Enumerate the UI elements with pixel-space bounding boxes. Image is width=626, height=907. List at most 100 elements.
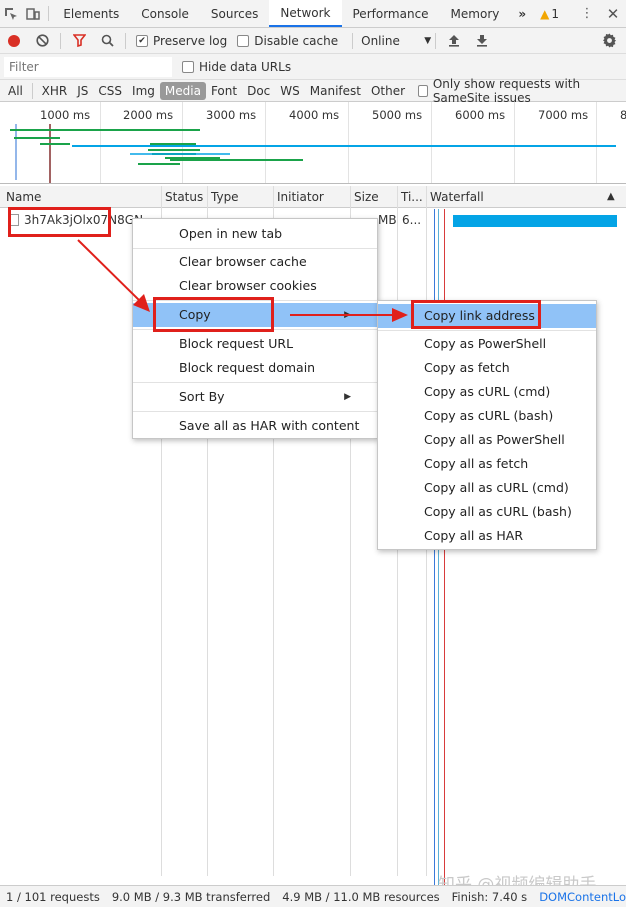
- samesite-label: Only show requests with SameSite issues: [432, 76, 581, 105]
- type-all[interactable]: All: [3, 82, 28, 100]
- requests-table-header: Name Status Type Initiator Size Ti... Wa…: [0, 186, 626, 208]
- record-button[interactable]: [0, 34, 28, 47]
- type-ws[interactable]: WS: [275, 82, 304, 100]
- search-button[interactable]: [93, 34, 121, 47]
- type-img[interactable]: Img: [127, 82, 160, 100]
- inspect-element-icon[interactable]: [0, 0, 22, 27]
- hide-data-urls-checkbox[interactable]: Hide data URLs: [182, 60, 291, 74]
- type-doc[interactable]: Doc: [242, 82, 275, 100]
- type-media[interactable]: Media: [159, 81, 206, 100]
- menu-copy-all-as-curl-cmd[interactable]: Copy all as cURL (cmd): [378, 476, 596, 500]
- filter-input[interactable]: [4, 56, 172, 77]
- divider: [125, 32, 126, 49]
- status-requests: 1 / 101 requests: [6, 889, 100, 904]
- import-har-button[interactable]: [440, 34, 468, 47]
- gear-icon: [602, 33, 616, 48]
- search-icon: [101, 34, 114, 47]
- menu-copy-all-as-curl-bash[interactable]: Copy all as cURL (bash): [378, 500, 596, 524]
- menu-copy-as-powershell[interactable]: Copy as PowerShell: [378, 332, 596, 356]
- menu-copy-all-as-powershell[interactable]: Copy all as PowerShell: [378, 428, 596, 452]
- unchecked-icon: [418, 84, 428, 97]
- menu-separator: [133, 382, 377, 383]
- disable-cache-checkbox[interactable]: Disable cache: [237, 34, 338, 48]
- submenu-arrow-icon: ▶: [344, 310, 351, 320]
- column-status[interactable]: Status: [161, 186, 203, 208]
- record-icon: [8, 34, 20, 47]
- type-css[interactable]: CSS: [93, 82, 127, 100]
- copy-submenu: Copy link address Copy as PowerShell Cop…: [377, 300, 597, 550]
- menu-sort-by[interactable]: Sort By ▶: [133, 385, 377, 409]
- menu-copy-as-curl-cmd[interactable]: Copy as cURL (cmd): [378, 380, 596, 404]
- network-toolbar: ✔ Preserve log Disable cache Online ▼: [0, 28, 626, 54]
- type-js[interactable]: JS: [72, 82, 93, 100]
- throttle-value: Online: [361, 33, 400, 48]
- devtools-tabbar: Elements Console Sources Network Perform…: [0, 0, 626, 28]
- tab-elements[interactable]: Elements: [52, 0, 130, 27]
- samesite-checkbox[interactable]: Only show requests with SameSite issues: [418, 77, 626, 105]
- more-tabs-button[interactable]: »: [510, 7, 534, 21]
- divider: [47, 6, 49, 21]
- column-time[interactable]: Ti...: [397, 186, 423, 208]
- unchecked-icon: [182, 60, 194, 73]
- kebab-menu-icon[interactable]: ⋮: [574, 6, 600, 21]
- resource-type-filters: All XHR JS CSS Img Media Font Doc WS Man…: [0, 77, 626, 105]
- column-initiator[interactable]: Initiator: [273, 186, 324, 208]
- submenu-arrow-icon: ▶: [344, 392, 351, 402]
- preserve-log-checkbox[interactable]: ✔ Preserve log: [136, 34, 227, 48]
- menu-copy-all-as-fetch[interactable]: Copy all as fetch: [378, 452, 596, 476]
- menu-save-all-as-har[interactable]: Save all as HAR with content: [133, 414, 377, 438]
- menu-copy-as-fetch[interactable]: Copy as fetch: [378, 356, 596, 380]
- status-dom-content-loaded: DOMContentLoade: [539, 889, 626, 904]
- unchecked-icon: [237, 34, 250, 47]
- type-xhr[interactable]: XHR: [37, 82, 73, 100]
- network-overview[interactable]: 1000 ms 2000 ms 3000 ms 4000 ms 5000 ms …: [0, 102, 626, 184]
- menu-block-request-domain[interactable]: Block request domain: [133, 356, 377, 380]
- sort-ascending-icon[interactable]: ▲: [603, 186, 615, 208]
- status-bar: 1 / 101 requests 9.0 MB / 9.3 MB transfe…: [0, 885, 626, 907]
- menu-open-in-new-tab[interactable]: Open in new tab: [133, 222, 377, 246]
- menu-clear-browser-cache[interactable]: Clear browser cache: [133, 250, 377, 274]
- export-har-button[interactable]: [468, 34, 496, 47]
- status-transferred: 9.0 MB / 9.3 MB transferred: [111, 889, 271, 904]
- tab-console[interactable]: Console: [130, 0, 200, 27]
- menu-copy-all-as-har[interactable]: Copy all as HAR: [378, 524, 596, 548]
- tab-sources[interactable]: Sources: [200, 0, 269, 27]
- menu-clear-browser-cookies[interactable]: Clear browser cookies: [133, 274, 377, 298]
- request-size: MB: [378, 213, 397, 227]
- type-manifest[interactable]: Manifest: [305, 82, 366, 100]
- upload-icon: [449, 35, 460, 47]
- request-time: 6...: [402, 213, 422, 227]
- annotation-box-copy-link: [411, 300, 541, 329]
- column-waterfall[interactable]: Waterfall: [426, 186, 484, 208]
- divider: [31, 82, 33, 99]
- column-name[interactable]: Name: [2, 186, 41, 208]
- divider: [435, 32, 437, 49]
- device-toolbar-icon[interactable]: [22, 0, 44, 27]
- menu-copy-as-curl-bash[interactable]: Copy as cURL (bash): [378, 404, 596, 428]
- annotation-box-request: [8, 207, 111, 237]
- clear-icon: [35, 34, 49, 47]
- waterfall-bar: [453, 215, 617, 227]
- menu-separator: [133, 411, 377, 412]
- filter-toggle-button[interactable]: [65, 34, 93, 47]
- menu-separator: [133, 248, 377, 249]
- divider: [60, 32, 61, 49]
- menu-separator: [378, 330, 596, 331]
- tab-performance[interactable]: Performance: [342, 0, 440, 27]
- download-icon: [477, 35, 488, 47]
- type-other[interactable]: Other: [366, 82, 410, 100]
- throttle-select[interactable]: Online ▼: [357, 34, 431, 48]
- tab-network[interactable]: Network: [269, 0, 342, 27]
- column-type[interactable]: Type: [207, 186, 239, 208]
- type-font[interactable]: Font: [206, 82, 242, 100]
- warning-count: 1: [551, 6, 559, 21]
- menu-block-request-url[interactable]: Block request URL: [133, 332, 377, 356]
- divider: [352, 32, 354, 49]
- status-finish: Finish: 7.40 s: [451, 889, 528, 904]
- tab-memory[interactable]: Memory: [440, 0, 511, 27]
- clear-button[interactable]: [28, 34, 56, 47]
- warnings-badge[interactable]: ▲ 1: [534, 7, 565, 21]
- settings-button[interactable]: [595, 33, 623, 48]
- close-icon[interactable]: ✕: [600, 5, 626, 23]
- column-size[interactable]: Size: [350, 186, 379, 208]
